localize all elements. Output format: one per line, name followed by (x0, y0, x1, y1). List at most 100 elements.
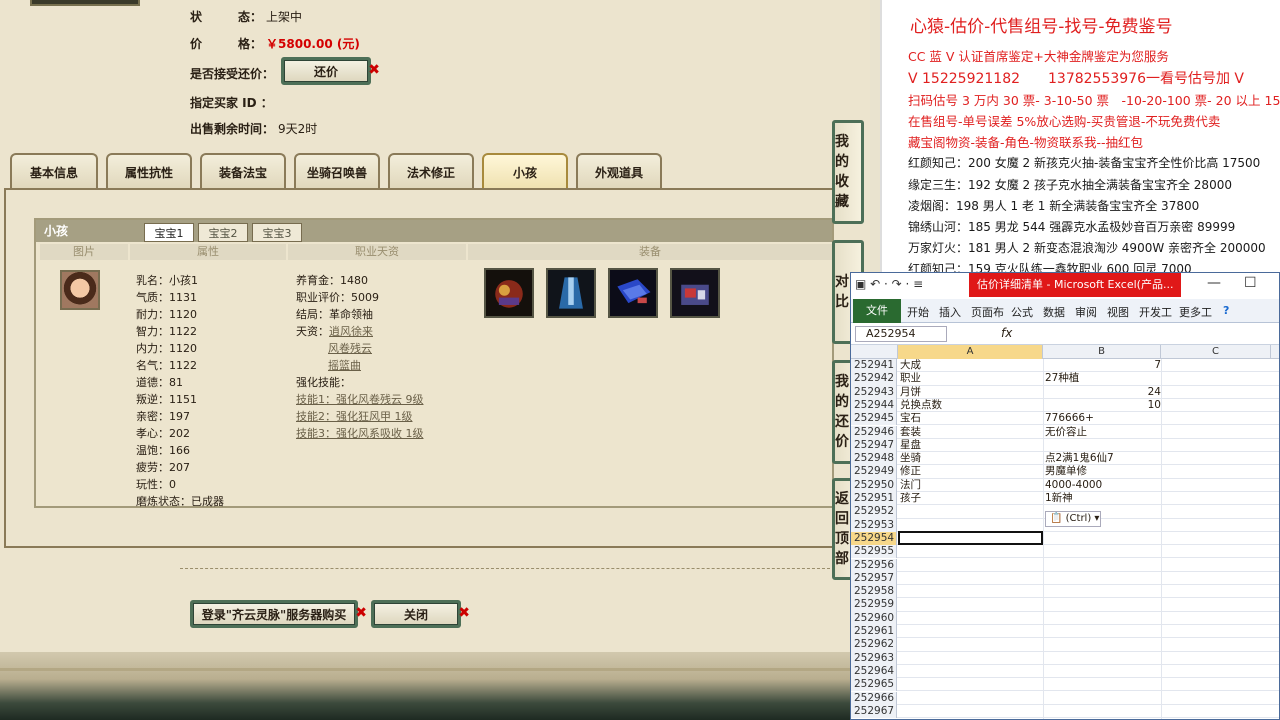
row-number[interactable]: 252945 (851, 412, 897, 426)
table-row[interactable]: 252963 (851, 651, 1279, 665)
tab-equipment[interactable]: 装备法宝 (200, 153, 286, 189)
ribbon-tab-developer[interactable]: 开发工 (1139, 304, 1172, 320)
column-header-a[interactable]: A (898, 345, 1043, 359)
table-row[interactable]: 252960 (851, 611, 1279, 625)
row-number[interactable]: 252951 (851, 492, 897, 506)
ribbon-tab-file[interactable]: 文件 (853, 299, 901, 323)
cell-a[interactable]: 坐骑 (900, 452, 1042, 465)
cell-b[interactable]: 27种植 (1045, 372, 1161, 385)
cell-a[interactable]: 职业 (900, 372, 1042, 385)
cell-b[interactable]: 1新神 (1045, 492, 1161, 505)
equip-book-icon[interactable] (608, 268, 658, 318)
ribbon-tab-insert[interactable]: 插入 (939, 304, 961, 320)
ribbon-tab-home[interactable]: 开始 (907, 304, 929, 320)
cell-a[interactable]: 大成 (900, 359, 1042, 372)
row-number[interactable]: 252947 (851, 438, 897, 453)
table-row[interactable]: 252956 (851, 558, 1279, 572)
row-number[interactable]: 252943 (851, 385, 897, 399)
row-number[interactable]: 252962 (851, 638, 897, 652)
bargain-button[interactable]: 还价 ✖ (281, 57, 380, 85)
ribbon-tab-more[interactable]: 更多工 (1179, 304, 1212, 320)
help-icon[interactable]: ? (1223, 304, 1229, 317)
column-header-c[interactable]: C (1161, 345, 1271, 359)
maximize-icon[interactable]: ☐ (1244, 275, 1257, 291)
skill-link-3[interactable]: 技能3：强化风系吸收 1级 (296, 427, 424, 440)
table-row[interactable]: 252965 (851, 678, 1279, 692)
table-row[interactable]: 252955 (851, 545, 1279, 559)
skill-link-1[interactable]: 技能1：强化风卷残云 9级 (296, 393, 424, 406)
table-row[interactable]: 252947 星盘 (851, 438, 1279, 453)
table-row[interactable]: 252958 (851, 585, 1279, 599)
talent-link-2[interactable]: 风卷残云 (328, 342, 372, 355)
minimize-icon[interactable]: — (1207, 275, 1221, 291)
cell-b[interactable]: 10 (1045, 399, 1161, 412)
row-number[interactable]: 252963 (851, 651, 897, 665)
ribbon-tab-formulas[interactable]: 公式 (1011, 304, 1033, 320)
ribbon-tab-review[interactable]: 审阅 (1075, 304, 1097, 320)
cell-a[interactable]: 孩子 (900, 492, 1042, 505)
ribbon-tab-page-layout[interactable]: 页面布 (971, 304, 1004, 320)
cell-a[interactable]: 宝石 (900, 412, 1042, 425)
table-row[interactable]: 252946 套装 无价容止 (851, 425, 1279, 439)
row-number[interactable]: 252946 (851, 425, 897, 439)
row-number[interactable]: 252960 (851, 611, 897, 625)
tab-appearance[interactable]: 外观道具 (576, 153, 662, 189)
row-number[interactable]: 252961 (851, 625, 897, 639)
table-row[interactable]: 252962 (851, 638, 1279, 652)
tab-spell-mod[interactable]: 法术修正 (388, 153, 474, 189)
close-button[interactable]: 关闭 ✖ (371, 600, 470, 628)
quick-access-toolbar-icon[interactable]: ▣ ↶ · ↷ · ≡ (855, 277, 923, 291)
talent-link-1[interactable]: 逍风徐来 (329, 325, 373, 338)
table-row[interactable]: 252957 (851, 571, 1279, 586)
table-row[interactable]: 252950 法门 4000-4000 (851, 478, 1279, 492)
row-number[interactable]: 252949 (851, 465, 897, 479)
name-box[interactable]: A252954 (855, 326, 947, 342)
equip-bag-icon[interactable] (484, 268, 534, 318)
table-row[interactable]: 252949 修正 男魔单修 (851, 465, 1279, 479)
cell-a[interactable]: 兑换点数 (900, 399, 1042, 412)
cell-a[interactable]: 套装 (900, 426, 1042, 439)
cell-a[interactable]: 月饼 (900, 386, 1042, 399)
fx-icon[interactable]: fx (1001, 326, 1012, 340)
table-row[interactable]: 252944 兑换点数 10 (851, 398, 1279, 413)
cell-b[interactable]: 24 (1045, 386, 1161, 399)
row-number[interactable]: 252965 (851, 678, 897, 692)
row-number[interactable]: 252944 (851, 398, 897, 413)
row-number[interactable]: 252948 (851, 452, 897, 466)
login-server-buy-button[interactable]: 登录"齐云灵脉"服务器购买 ✖ (190, 600, 367, 628)
tab-basic-info[interactable]: 基本信息 (10, 153, 98, 189)
tab-attributes[interactable]: 属性抗性 (106, 153, 192, 189)
table-row[interactable]: 252964 (851, 664, 1279, 679)
column-header-b[interactable]: B (1043, 345, 1161, 359)
cell-b[interactable]: 4000-4000 (1045, 479, 1161, 492)
row-number[interactable]: 252942 (851, 372, 897, 386)
talent-link-3[interactable]: 摇篮曲 (328, 359, 361, 372)
row-number[interactable]: 252954 (851, 531, 897, 546)
tab-mounts-pets[interactable]: 坐骑召唤兽 (294, 153, 380, 189)
row-number[interactable]: 252964 (851, 664, 897, 679)
table-row[interactable]: 252959 (851, 598, 1279, 612)
my-favorites-button[interactable]: 我的收藏 (832, 120, 864, 224)
row-number[interactable]: 252953 (851, 518, 897, 532)
row-number[interactable]: 252958 (851, 585, 897, 599)
table-row[interactable]: 252948 坐骑 点2满1鬼6仙7 (851, 452, 1279, 466)
subtab-baby-2[interactable]: 宝宝2 (198, 223, 248, 242)
paste-options-button[interactable]: 📋 (Ctrl) ▾ (1045, 511, 1101, 527)
row-number[interactable]: 252957 (851, 571, 897, 586)
cell-b[interactable]: 776666+ (1045, 412, 1161, 425)
cell-a[interactable]: 修正 (900, 465, 1042, 478)
table-row[interactable]: 252945 宝石 776666+ (851, 412, 1279, 426)
table-row[interactable]: 252942 职业 27种植 (851, 372, 1279, 386)
ribbon-tab-view[interactable]: 视图 (1107, 304, 1129, 320)
row-number[interactable]: 252941 (851, 359, 897, 373)
table-row[interactable]: 252941 大成 7 (851, 359, 1279, 373)
cell-a[interactable]: 星盘 (900, 439, 1042, 452)
cell-a[interactable]: 法门 (900, 479, 1042, 492)
row-number[interactable]: 252956 (851, 558, 897, 572)
equip-chest-icon[interactable] (670, 268, 720, 318)
cell-b[interactable]: 点2满1鬼6仙7 (1045, 452, 1161, 465)
table-row[interactable]: 252966 (851, 691, 1279, 705)
spreadsheet-grid[interactable]: A B C 252941 大成 7 252942 职业 27种植 252943 月饼 24 252… (851, 345, 1279, 719)
skill-link-2[interactable]: 技能2：强化狂风甲 1级 (296, 410, 413, 423)
cell-b[interactable]: 7 (1045, 359, 1161, 372)
